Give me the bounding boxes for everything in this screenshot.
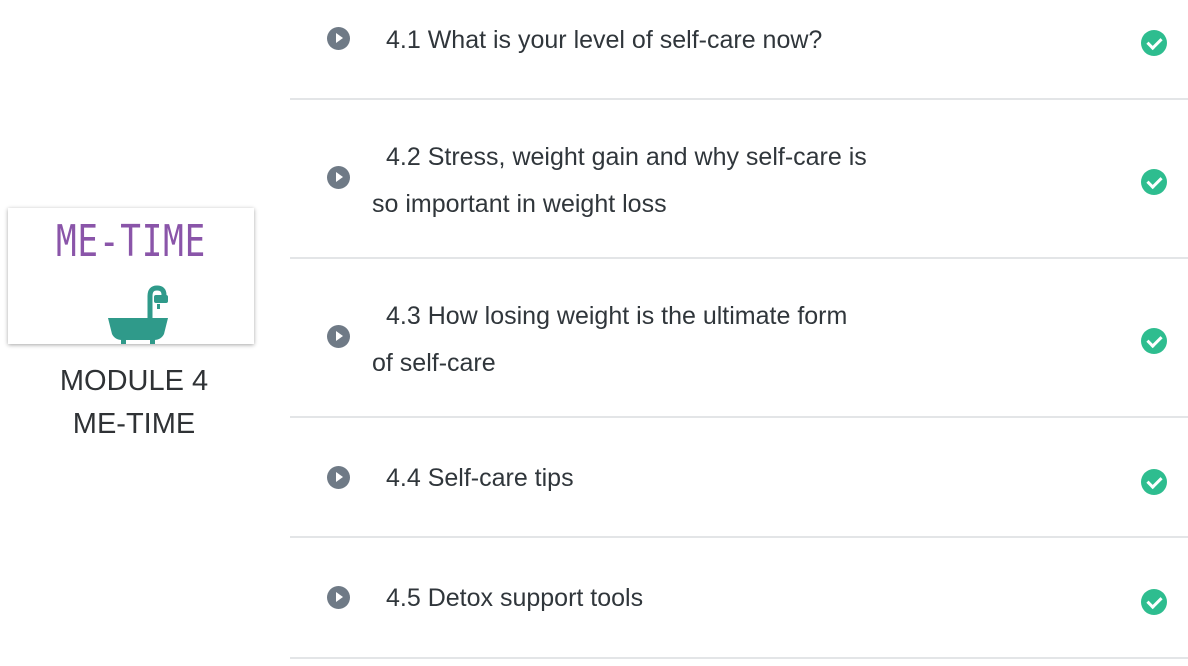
check-circle-icon [1141, 169, 1167, 195]
play-circle-icon[interactable] [327, 466, 350, 489]
bathtub-icon [108, 285, 168, 344]
module-number-label: MODULE 4 [59, 365, 209, 397]
check-circle-icon [1141, 30, 1167, 56]
module-logo-text: ME-TIME [55, 216, 207, 267]
lesson-row-4-3[interactable]: 4.3 How losing weight is the ultimate fo… [290, 259, 1188, 418]
lesson-title[interactable]: 4.5 Detox support tools [372, 575, 972, 622]
play-circle-icon[interactable] [327, 166, 350, 189]
check-circle-icon [1141, 328, 1167, 354]
play-circle-icon[interactable] [327, 325, 350, 348]
lesson-title[interactable]: 4.4 Self-care tips [372, 455, 972, 502]
lesson-row-4-5[interactable]: 4.5 Detox support tools [290, 538, 1188, 659]
lesson-row-4-2[interactable]: 4.2 Stress, weight gain and why self-car… [290, 100, 1188, 259]
module-card: ME-TIME [8, 208, 254, 344]
lesson-title[interactable]: 4.3 How losing weight is the ultimate fo… [372, 293, 872, 387]
check-circle-icon [1141, 469, 1167, 495]
lesson-title[interactable]: 4.2 Stress, weight gain and why self-car… [372, 134, 872, 228]
lesson-row-4-1[interactable]: 4.1 What is your level of self-care now? [290, 0, 1188, 100]
play-circle-icon[interactable] [327, 586, 350, 609]
lesson-title[interactable]: 4.1 What is your level of self-care now? [372, 17, 972, 64]
play-circle-icon[interactable] [327, 27, 350, 50]
module-name-label: ME-TIME [72, 408, 196, 440]
lesson-row-4-4[interactable]: 4.4 Self-care tips [290, 418, 1188, 538]
module-caption: MODULE 4 ME-TIME [0, 360, 268, 446]
lesson-list: 4.1 What is your level of self-care now?… [290, 0, 1188, 666]
check-circle-icon [1141, 589, 1167, 615]
